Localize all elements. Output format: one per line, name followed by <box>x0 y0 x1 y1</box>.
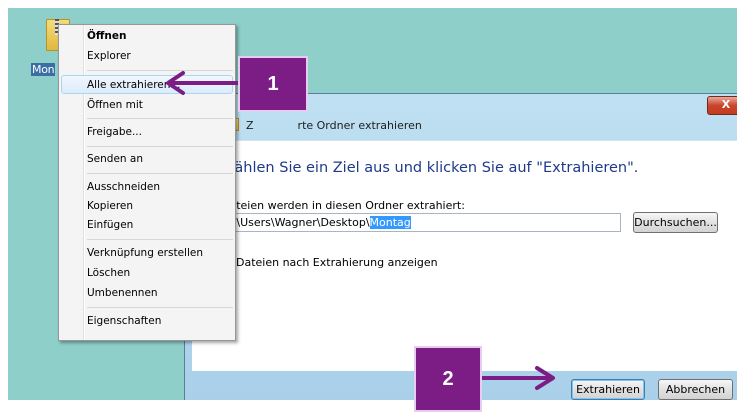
menu-separator <box>87 118 233 119</box>
menu-item-delete[interactable]: Löschen <box>87 267 130 279</box>
menu-separator <box>87 307 233 308</box>
menu-item-share[interactable]: Freigabe... <box>87 126 142 138</box>
menu-item-create-shortcut[interactable]: Verknüpfung erstellen <box>87 247 203 259</box>
menu-item-send-to[interactable]: Senden an <box>87 153 143 165</box>
menu-item-open-with[interactable]: Öffnen mit <box>87 99 143 111</box>
menu-item-rename[interactable]: Umbenennen <box>87 287 158 299</box>
dialog-heading: Wählen Sie ein Ziel aus und klicken Sie … <box>221 160 639 176</box>
close-icon: X <box>721 98 731 111</box>
menu-item-cut[interactable]: Ausschneiden <box>87 181 160 193</box>
menu-item-extract-all[interactable]: Alle extrahieren... <box>87 79 180 91</box>
menu-separator <box>87 70 233 71</box>
cancel-button[interactable]: Abbrechen <box>658 379 733 400</box>
step-1-badge: 1 <box>238 56 308 112</box>
extract-button[interactable]: Extrahieren <box>571 379 645 400</box>
selected-path-text: Montag <box>369 216 411 229</box>
dialog-title-bar: ← Zrte Ordner extrahieren <box>185 112 737 138</box>
dialog-title: Zrte Ordner extrahieren <box>246 119 422 132</box>
menu-separator <box>87 146 233 147</box>
destination-path-input[interactable]: C:\Users\Wagner\Desktop\Montag <box>221 213 621 232</box>
dialog-content: Wählen Sie ein Ziel aus und klicken Sie … <box>192 140 737 371</box>
desktop-icon-label: Mon <box>31 63 56 76</box>
menu-separator <box>87 173 233 174</box>
menu-item-copy[interactable]: Kopieren <box>87 200 133 212</box>
destination-label: Dateien werden in diesen Ordner extrahie… <box>221 199 465 212</box>
menu-item-properties[interactable]: Eigenschaften <box>87 315 161 327</box>
step-2-badge: 2 <box>414 346 482 412</box>
context-menu: Öffnen Explorer Alle extrahieren... Öffn… <box>58 24 236 341</box>
show-files-label: Dateien nach Extrahierung anzeigen <box>236 256 438 269</box>
menu-item-open[interactable]: Öffnen <box>87 30 127 42</box>
menu-item-explorer[interactable]: Explorer <box>87 50 131 62</box>
browse-button[interactable]: Durchsuchen... <box>633 212 718 233</box>
menu-item-paste[interactable]: Einfügen <box>87 219 133 231</box>
menu-separator <box>87 239 233 240</box>
